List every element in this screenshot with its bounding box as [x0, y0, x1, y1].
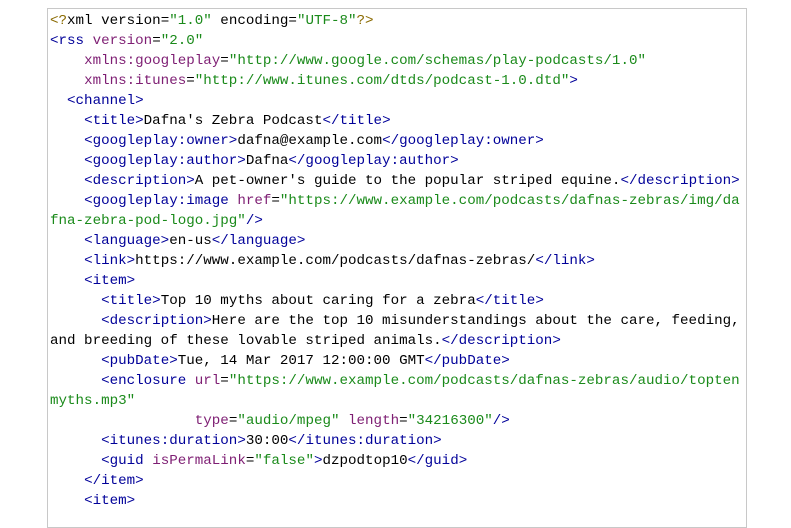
code-token-attr: type	[194, 413, 229, 429]
code-token-tag: <itunes:duration>	[101, 433, 246, 449]
code-token-pi: ?>	[356, 13, 374, 29]
code-token-tag: >	[569, 73, 578, 89]
code-token-tag: </itunes:duration>	[288, 433, 442, 449]
code-line: <guid isPermaLink="false">dzpodtop10</gu…	[50, 451, 740, 471]
code-token-val: "1.0"	[169, 13, 212, 29]
code-token-val: "34216300"	[407, 413, 493, 429]
code-token-attr: xmlns:googleplay	[84, 53, 221, 69]
code-line: type="audio/mpeg" length="34216300"/>	[50, 411, 740, 431]
code-token-tag: <pubDate>	[101, 353, 178, 369]
code-line: <link>https://www.example.com/podcasts/d…	[50, 251, 740, 271]
code-token-txt: =	[399, 413, 408, 429]
code-token-tag: <description>	[101, 313, 212, 329]
code-token-attr: length	[348, 413, 400, 429]
code-token-attr: xmlns:itunes	[84, 73, 187, 89]
code-token-attr: url	[194, 373, 221, 389]
code-token-txt: =	[271, 193, 280, 209]
code-token-tag: </link>	[535, 253, 595, 269]
code-token-tag: <item>	[84, 273, 136, 289]
code-token-tag: </item>	[84, 473, 144, 489]
code-line: <enclosure url="https://www.example.com/…	[50, 371, 740, 411]
code-token-tag: <link>	[84, 253, 136, 269]
code-token-txt: Dafna's Zebra Podcast	[143, 113, 323, 129]
code-token-tag: </language>	[211, 233, 306, 249]
code-line: <pubDate>Tue, 14 Mar 2017 12:00:00 GMT</…	[50, 351, 740, 371]
code-token-tag: <title>	[84, 113, 144, 129]
code-token-tag: <title>	[101, 293, 161, 309]
code-token-txt: =	[220, 53, 229, 69]
code-token-tag: <description>	[84, 173, 195, 189]
code-token-tag: </guid>	[407, 453, 468, 469]
code-line: <channel>	[50, 91, 740, 111]
code-line: <title>Dafna's Zebra Podcast</title>	[50, 111, 740, 131]
code-token-txt: https://www.example.com/podcasts/dafnas-…	[135, 253, 536, 269]
code-line: xmlns:googleplay="http://www.google.com/…	[50, 51, 740, 71]
code-token-txt: dafna@example.com	[237, 133, 383, 149]
code-line: <itunes:duration>30:00</itunes:duration>	[50, 431, 740, 451]
code-line: <item>	[50, 491, 740, 511]
code-line: <googleplay:owner>dafna@example.com</goo…	[50, 131, 740, 151]
code-token-tag: <language>	[84, 233, 170, 249]
xml-code-listing: <?xml version="1.0" encoding="UTF-8"?> <r…	[50, 11, 740, 511]
code-token-val: "false"	[254, 453, 314, 469]
code-token-txt: dzpodtop10	[322, 453, 408, 469]
code-token-txt: en-us	[169, 233, 212, 249]
code-token-tag: </googleplay:owner>	[382, 133, 544, 149]
code-token-tag: </googleplay:author>	[288, 153, 459, 169]
code-token-val: "audio/mpeg"	[237, 413, 340, 429]
code-token-val: "http://www.google.com/schemas/play-podc…	[228, 53, 646, 69]
code-token-val: "http://www.itunes.com/dtds/podcast-1.0.…	[194, 73, 570, 89]
code-line: <rss version="2.0"	[50, 31, 740, 51]
code-line: <item>	[50, 271, 740, 291]
code-token-tag: </description>	[441, 333, 561, 349]
code-line: <googleplay:image href="https://www.exam…	[50, 191, 740, 231]
code-token-txt: version	[101, 13, 161, 29]
code-token-tag: <channel>	[67, 93, 144, 109]
code-line: <language>en-us</language>	[50, 231, 740, 251]
code-block: <?xml version="1.0" encoding="UTF-8"?> <r…	[47, 8, 747, 528]
code-line: <description>Here are the top 10 misunde…	[50, 311, 740, 351]
code-token-attr: isPermaLink	[152, 453, 246, 469]
code-token-txt: =	[288, 13, 297, 29]
code-token-txt: =	[186, 73, 195, 89]
code-line: <?xml version="1.0" encoding="UTF-8"?>	[50, 11, 740, 31]
code-line: <googleplay:author>Dafna</googleplay:aut…	[50, 151, 740, 171]
code-token-txt: xml	[67, 13, 102, 29]
code-token-tag: <enclosure	[101, 373, 195, 389]
code-token-txt: =	[220, 373, 229, 389]
code-token-tag: <googleplay:owner>	[84, 133, 238, 149]
code-token-tag: />	[492, 413, 510, 429]
code-token-tag: <guid	[101, 453, 153, 469]
code-token-tag: />	[245, 213, 263, 229]
code-token-txt: Tue, 14 Mar 2017 12:00:00 GMT	[177, 353, 425, 369]
code-token-tag: <googleplay:author>	[84, 153, 246, 169]
code-line: xmlns:itunes="http://www.itunes.com/dtds…	[50, 71, 740, 91]
code-token-txt: Dafna	[245, 153, 289, 169]
code-line: <title>Top 10 myths about caring for a z…	[50, 291, 740, 311]
code-token-tag: <item>	[84, 493, 136, 509]
code-line: </item>	[50, 471, 740, 491]
code-token-attr: href	[237, 193, 272, 209]
code-token-txt: =	[160, 13, 170, 29]
code-token-val: "2.0"	[160, 33, 204, 49]
code-token-tag: </title>	[475, 293, 544, 309]
code-token-txt: 30:00	[245, 433, 289, 449]
code-token-tag: <rss	[50, 33, 93, 49]
code-token-txt: =	[152, 33, 161, 49]
code-token-tag: </pubDate>	[424, 353, 510, 369]
code-token-attr: version	[92, 33, 153, 49]
code-token-val: "UTF-8"	[296, 13, 357, 29]
code-token-tag: </title>	[322, 113, 391, 129]
code-token-txt: Top 10 myths about caring for a zebra	[160, 293, 476, 309]
code-token-pi: <?	[50, 13, 68, 29]
code-token-txt: encoding	[211, 13, 289, 29]
code-token-txt: A pet-owner's guide to the popular strip…	[194, 173, 621, 189]
code-line: <description>A pet-owner's guide to the …	[50, 171, 740, 191]
code-token-tag: <googleplay:image	[84, 193, 238, 209]
code-token-tag: </description>	[620, 173, 740, 189]
